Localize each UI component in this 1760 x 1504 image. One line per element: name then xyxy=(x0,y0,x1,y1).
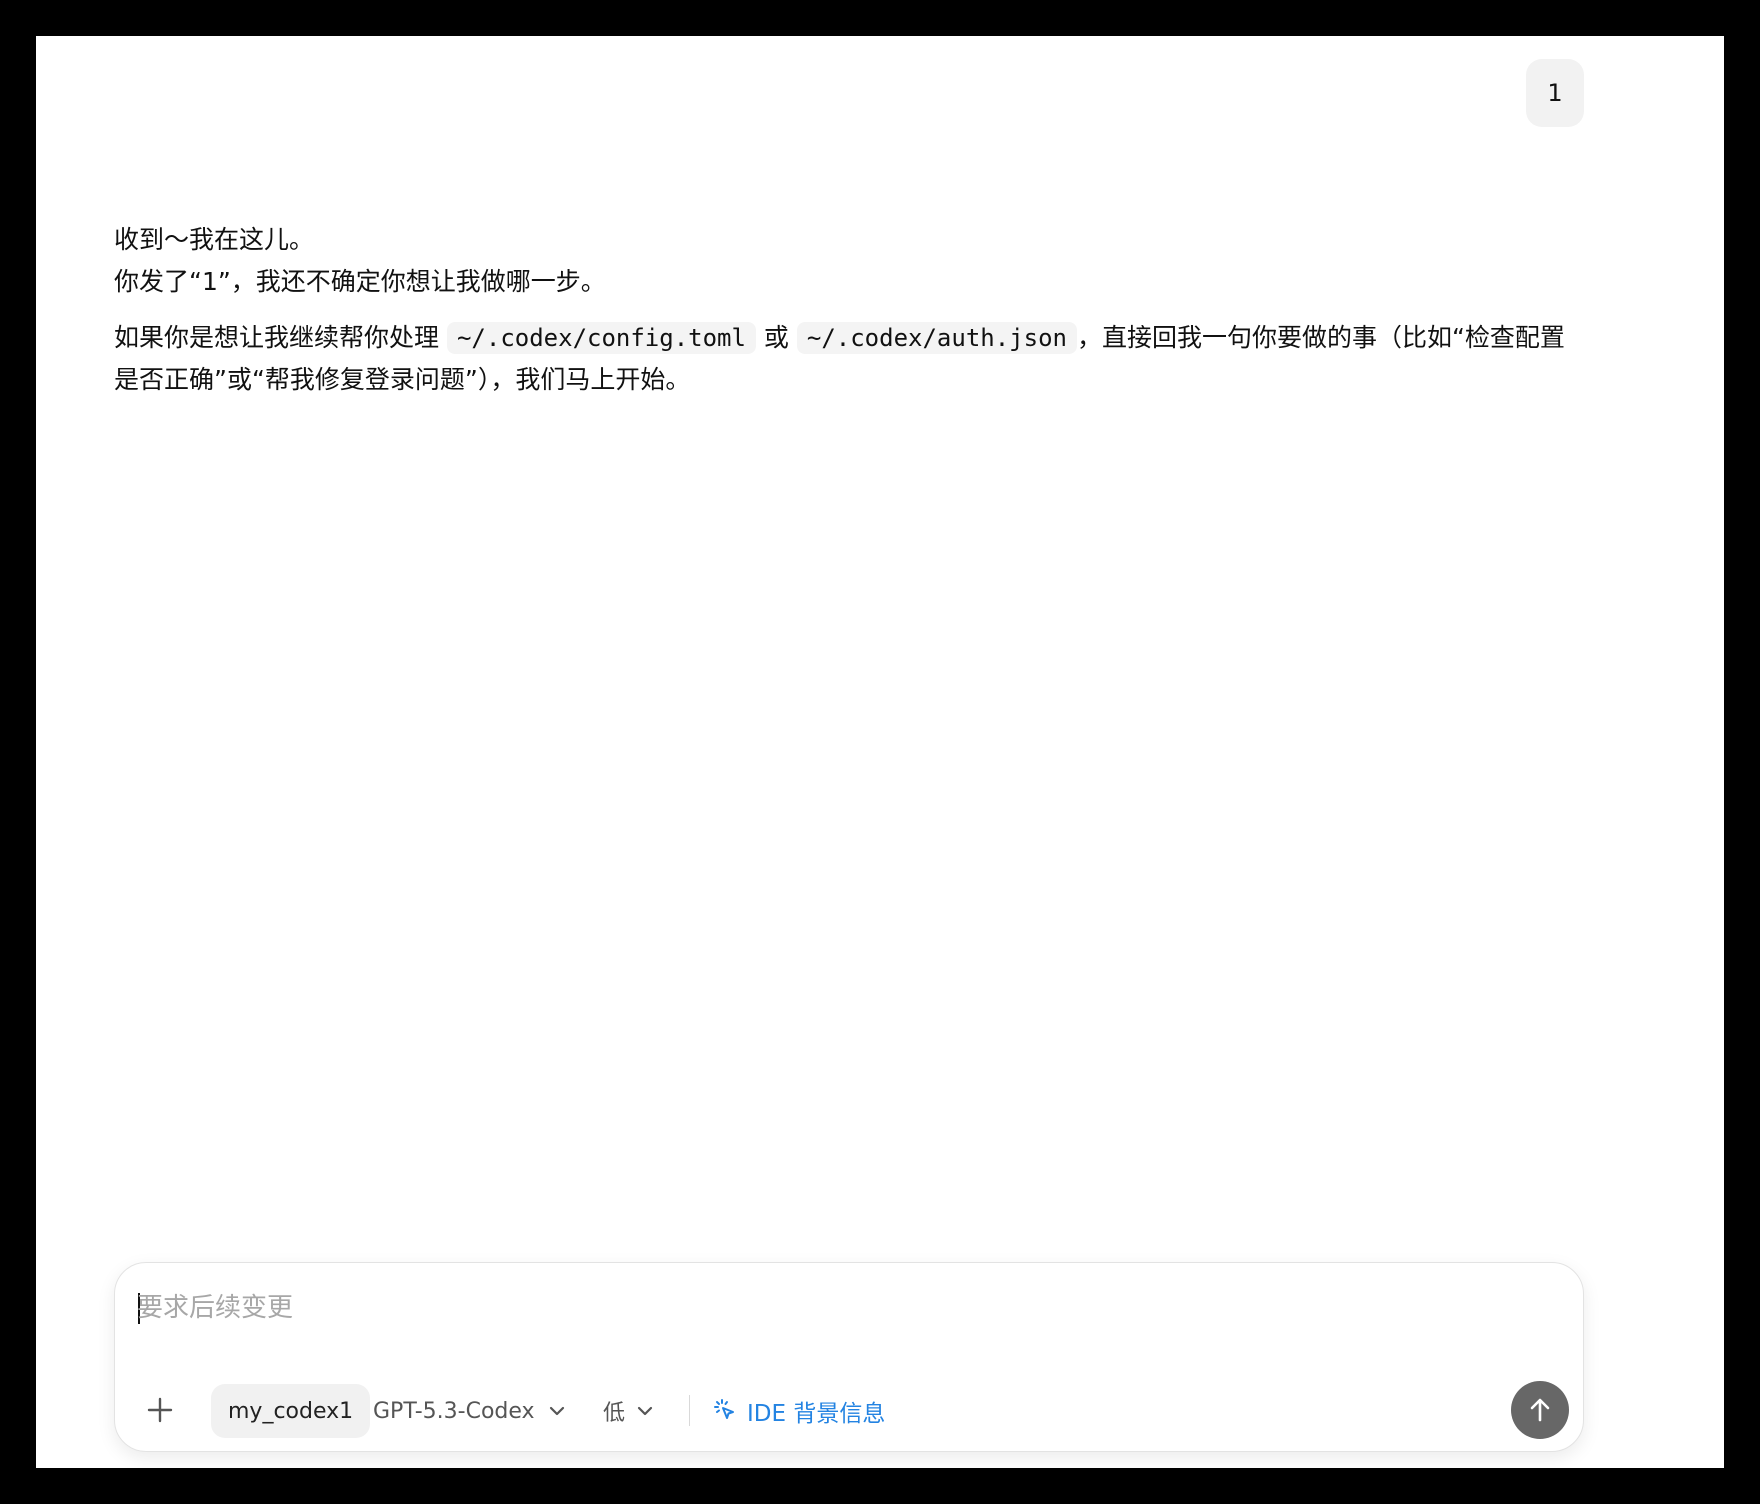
user-message-bubble: 1 xyxy=(1526,59,1584,127)
add-context-button[interactable] xyxy=(137,1387,183,1433)
workspace-label: my_codex1 xyxy=(228,1398,354,1424)
chevron-down-icon xyxy=(547,1401,567,1421)
arrow-up-icon xyxy=(1525,1395,1555,1425)
composer: my_codex1 GPT-5.3-Codex 低 xyxy=(114,1262,1584,1452)
cursor-click-icon xyxy=(713,1398,739,1424)
assistant-line-1: 收到～我在这儿。 xyxy=(114,225,315,254)
composer-toolbar: my_codex1 GPT-5.3-Codex 低 IDE 背景信息 xyxy=(137,1381,1569,1439)
chevron-down-icon xyxy=(635,1401,655,1421)
plus-icon xyxy=(146,1396,174,1424)
assistant-paragraph-1: 收到～我在这儿。 你发了“1”，我还不确定你想让我做哪一步。 xyxy=(114,219,1584,303)
model-selector[interactable]: GPT-5.3-Codex xyxy=(373,1387,567,1435)
effort-label: 低 xyxy=(603,1401,626,1426)
codex-chat-window: 1 收到～我在这儿。 你发了“1”，我还不确定你想让我做哪一步。 如果你是想让我… xyxy=(36,36,1724,1468)
inline-code-config-path: ~/.codex/config.toml xyxy=(446,322,756,354)
assistant-text-middle: 或 xyxy=(763,323,789,352)
ide-context-label: IDE 背景信息 xyxy=(747,1401,886,1427)
toolbar-divider xyxy=(689,1395,690,1426)
model-label: GPT-5.3-Codex xyxy=(373,1398,535,1424)
ide-context-button[interactable]: IDE 背景信息 xyxy=(713,1387,885,1435)
follow-up-input[interactable] xyxy=(137,1283,1497,1333)
send-button[interactable] xyxy=(1511,1381,1569,1439)
assistant-message: 收到～我在这儿。 你发了“1”，我还不确定你想让我做哪一步。 如果你是想让我继续… xyxy=(114,219,1584,401)
user-message-text: 1 xyxy=(1547,79,1563,107)
assistant-line-2: 你发了“1”，我还不确定你想让我做哪一步。 xyxy=(114,267,606,296)
reasoning-effort-selector[interactable]: 低 xyxy=(603,1387,655,1435)
assistant-paragraph-2: 如果你是想让我继续帮你处理 ~/.codex/config.toml 或 ~/.… xyxy=(114,317,1584,401)
inline-code-auth-path: ~/.codex/auth.json xyxy=(796,322,1077,354)
assistant-text-before: 如果你是想让我继续帮你处理 xyxy=(114,323,440,352)
workspace-chip[interactable]: my_codex1 xyxy=(211,1384,371,1438)
